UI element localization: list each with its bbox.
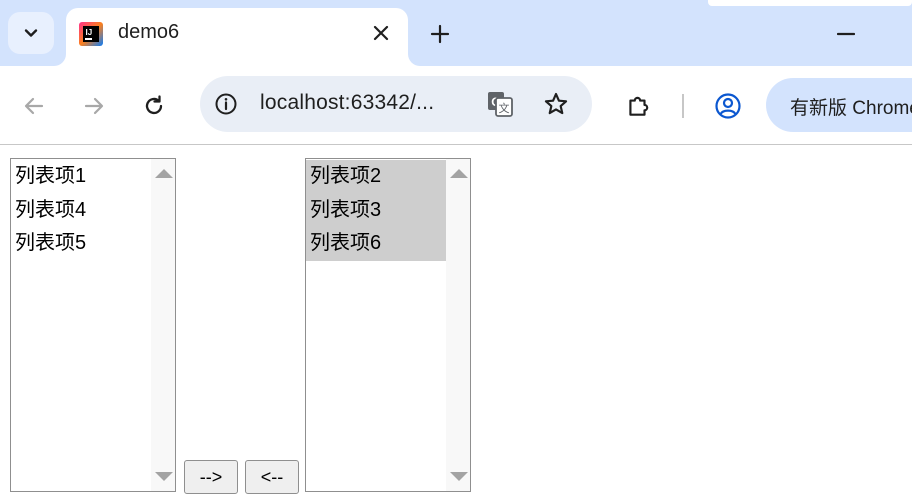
minimize-button[interactable] xyxy=(826,18,866,50)
minimize-icon xyxy=(837,32,855,36)
window-edge xyxy=(708,0,912,6)
right-listbox[interactable]: 列表项2 列表项3 列表项6 xyxy=(305,158,471,492)
tab-title: demo6 xyxy=(118,21,180,43)
translate-button[interactable]: G 文 xyxy=(484,88,516,120)
site-info-button[interactable] xyxy=(212,90,240,118)
list-item[interactable]: 列表项3 xyxy=(306,193,446,227)
reload-icon xyxy=(145,95,163,115)
plus-icon xyxy=(430,24,450,44)
svg-text:IJ: IJ xyxy=(86,28,93,37)
scroll-up-icon[interactable] xyxy=(450,169,468,178)
tab-strip: IJ demo6 xyxy=(0,0,912,66)
list-item[interactable]: 列表项1 xyxy=(11,160,151,194)
tab-demo6[interactable]: IJ demo6 xyxy=(66,8,408,66)
puzzle-icon xyxy=(629,96,649,116)
toolbar-divider xyxy=(0,144,912,145)
reload-button[interactable] xyxy=(134,86,174,126)
scroll-down-icon[interactable] xyxy=(155,472,173,481)
toolbar-separator xyxy=(682,94,684,118)
tab-close-button[interactable] xyxy=(366,18,396,48)
translate-icon: G 文 xyxy=(488,92,513,117)
right-listbox-scrollbar[interactable] xyxy=(446,159,470,491)
left-listbox-scrollbar[interactable] xyxy=(151,159,175,491)
left-listbox[interactable]: 列表项1 列表项4 列表项5 xyxy=(10,158,176,492)
svg-text:文: 文 xyxy=(499,101,510,115)
scroll-up-icon[interactable] xyxy=(155,169,173,178)
bookmark-button[interactable] xyxy=(540,88,572,120)
chevron-down-icon xyxy=(24,29,38,37)
list-item[interactable]: 列表项4 xyxy=(11,194,151,228)
star-icon xyxy=(544,92,568,115)
browser-toolbar: localhost:63342/... G 文 有新版 Chrome xyxy=(0,66,912,144)
list-item[interactable]: 列表项5 xyxy=(11,227,151,261)
close-icon xyxy=(373,25,389,41)
tab-search-button[interactable] xyxy=(8,12,54,54)
address-bar[interactable]: localhost:63342/... G 文 xyxy=(200,76,592,132)
update-button-label: 有新版 Chrome xyxy=(790,98,912,119)
profile-icon xyxy=(715,93,741,119)
move-right-button[interactable]: --> xyxy=(184,460,238,494)
new-tab-button[interactable] xyxy=(424,18,456,50)
list-item[interactable]: 列表项6 xyxy=(306,227,446,261)
scroll-down-icon[interactable] xyxy=(450,472,468,481)
url-text: localhost:63342/... xyxy=(260,91,435,114)
list-item[interactable]: 列表项2 xyxy=(306,160,446,194)
arrow-right-icon xyxy=(84,97,104,115)
chrome-update-button[interactable]: 有新版 Chrome xyxy=(766,78,912,132)
forward-button[interactable] xyxy=(74,86,114,126)
intellij-icon: IJ xyxy=(79,22,103,46)
back-button[interactable] xyxy=(14,86,54,126)
info-icon xyxy=(215,93,237,115)
move-left-button[interactable]: <-- xyxy=(245,460,299,494)
extensions-button[interactable] xyxy=(618,86,658,126)
arrow-left-icon xyxy=(24,97,44,115)
profile-button[interactable] xyxy=(708,86,748,126)
